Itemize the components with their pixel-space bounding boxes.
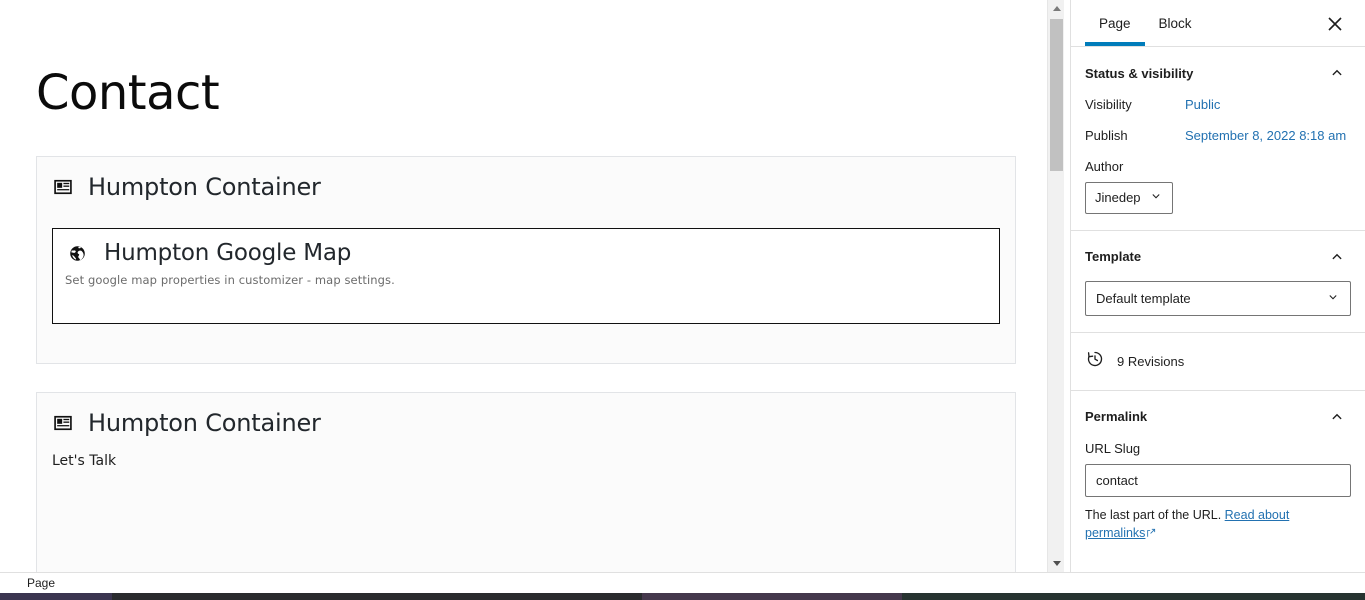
editor-canvas[interactable]: Contact Humpton Container Humpton Google… [0,0,1046,572]
url-slug-label: URL Slug [1085,440,1141,456]
url-slug-input[interactable] [1085,463,1351,497]
scroll-up-icon[interactable] [1048,0,1065,17]
panel-permalink: Permalink URL Slug The last part of the … [1071,391,1365,561]
panel-status-visibility-body: Visibility Public Publish September 8, 2… [1071,97,1365,230]
visibility-label: Visibility [1085,97,1132,112]
author-label: Author [1085,159,1124,174]
paragraph-block[interactable]: Let's Talk [52,453,116,469]
template-select-value: Default template [1096,290,1191,306]
chevron-up-icon[interactable] [1327,63,1347,83]
panel-title: Status & visibility [1085,65,1194,81]
page-title[interactable]: Contact [36,65,220,121]
breadcrumb[interactable]: Page [27,576,55,590]
revisions-clock-icon [1085,349,1105,374]
block-header: Humpton Container [37,393,1015,435]
scroll-down-icon[interactable] [1048,555,1065,572]
external-link-icon [1146,525,1156,544]
chevron-up-icon[interactable] [1327,247,1347,267]
block-title: Humpton Container [88,409,321,437]
map-block-title: Humpton Google Map [104,240,352,266]
block-breadcrumb-bar: Page [0,572,1365,593]
sidebar-tabs: Page Block [1071,0,1365,47]
visibility-value-button[interactable]: Public [1185,97,1220,112]
chevron-up-icon[interactable] [1327,407,1347,427]
globe-icon [68,244,88,264]
chevron-down-icon [1149,189,1163,207]
panel-permalink-header[interactable]: Permalink [1071,391,1365,441]
wordpress-block-editor: Contact Humpton Container Humpton Google… [0,0,1365,600]
template-select[interactable]: Default template [1085,280,1351,316]
panel-status-visibility-header[interactable]: Status & visibility [1071,47,1365,97]
panel-permalink-body: URL Slug The last part of the URL. Read … [1071,441,1365,561]
map-block-note: Set google map properties in customizer … [65,273,395,287]
taskbar-strip [0,593,1365,600]
block-humpton-google-map[interactable]: Humpton Google Map Set google map proper… [52,228,1000,324]
taskbar-segment [0,593,112,600]
media-text-icon [53,177,73,197]
editor-pane: Contact Humpton Container Humpton Google… [0,0,1070,572]
permalink-help-prefix: The last part of the URL. [1085,507,1225,522]
publish-date-button[interactable]: September 8, 2022 8:18 am [1185,128,1346,143]
panel-title: Template [1085,249,1142,265]
scrollbar-thumb[interactable] [1050,19,1063,171]
panel-template-header[interactable]: Template [1071,231,1365,281]
author-select[interactable]: Jinedep [1085,182,1173,214]
tab-block-label: Block [1158,15,1192,31]
block-header: Humpton Container [37,157,1015,199]
publish-label: Publish [1085,128,1128,143]
taskbar-segment [642,593,902,600]
tab-page[interactable]: Page [1085,0,1145,46]
author-field: Author Jinedep [1085,159,1351,214]
revisions-row[interactable]: 9 Revisions [1071,333,1365,391]
revisions-label: 9 Revisions [1117,353,1185,369]
taskbar-segment [902,593,1365,600]
block-title: Humpton Container [88,173,321,201]
panel-title: Permalink [1085,409,1148,425]
publish-row: Publish September 8, 2022 8:18 am [1085,128,1351,143]
tab-page-label: Page [1099,15,1131,31]
panel-template-body: Default template [1071,280,1365,332]
map-block-header: Humpton Google Map [53,229,999,265]
media-text-icon [53,413,73,433]
settings-sidebar: Page Block Status & visibility Visibilit… [1070,0,1365,572]
close-icon[interactable] [1323,12,1347,36]
taskbar-segment [112,593,642,600]
block-humpton-container-2[interactable]: Humpton Container [36,392,1016,572]
permalink-help-text: The last part of the URL. Read about per… [1085,506,1351,545]
author-select-value: Jinedep [1095,190,1141,205]
visibility-row: Visibility Public [1085,97,1351,112]
panel-status-visibility: Status & visibility Visibility Public Pu… [1071,47,1365,231]
chevron-down-icon [1326,290,1340,307]
editor-scrollbar[interactable] [1047,0,1064,572]
panel-template: Template Default template [1071,231,1365,333]
tab-block[interactable]: Block [1145,0,1206,46]
